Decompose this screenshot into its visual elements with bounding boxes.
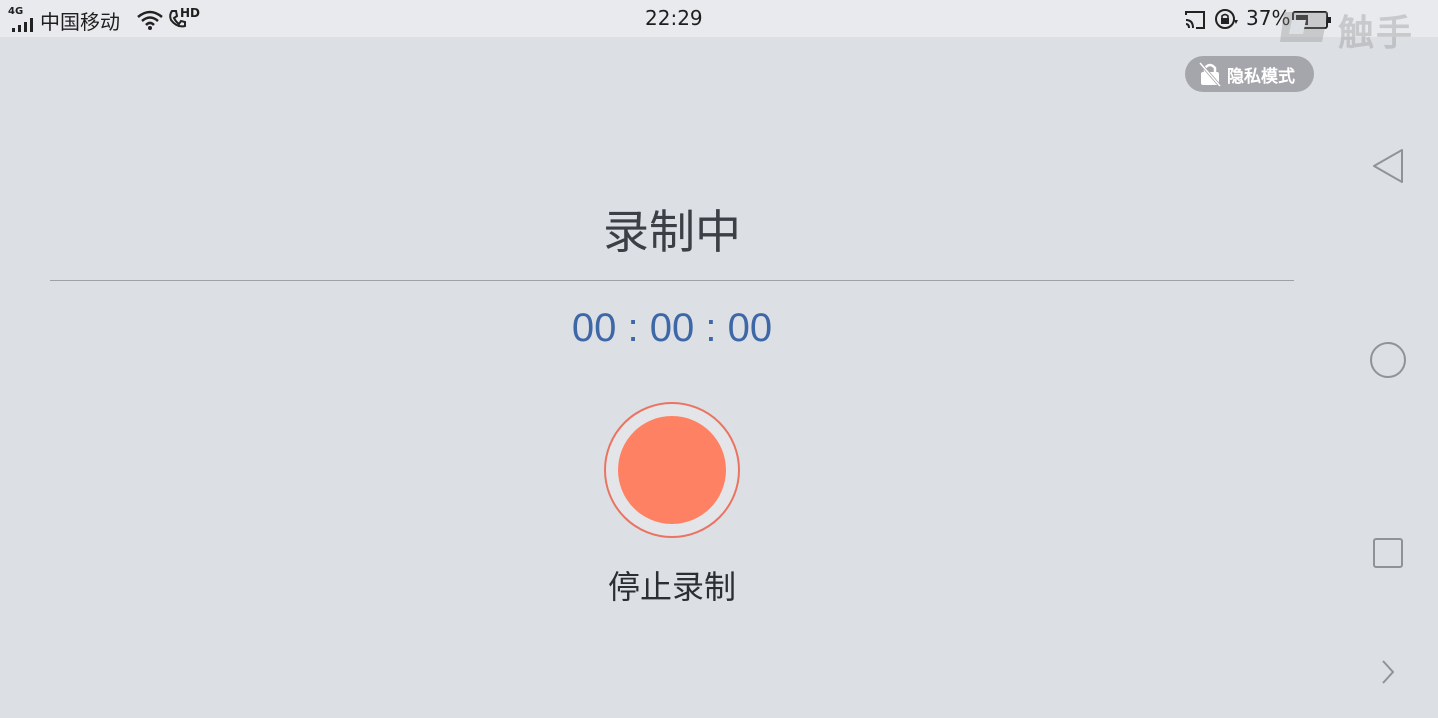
privacy-mode-button[interactable]: 隐私模式 [1185, 56, 1314, 92]
record-indicator-icon [618, 416, 726, 524]
recording-title: 录制中 [603, 205, 741, 259]
divider [50, 280, 1294, 281]
wifi-icon [137, 10, 163, 30]
stop-recording-label[interactable]: 停止录制 [0, 562, 1344, 608]
expand-icon[interactable] [1368, 657, 1408, 687]
back-icon[interactable] [1368, 147, 1408, 185]
privacy-mode-label: 隐私模式 [1227, 66, 1295, 87]
cast-icon [1185, 11, 1205, 29]
recording-timer: 00 : 00 : 00 [571, 306, 773, 350]
navigation-bar [1344, 37, 1438, 718]
privacy-lock-off-icon [1198, 62, 1222, 87]
hd-badge: HD [180, 6, 201, 20]
carrier-name: 中国移动 [40, 10, 120, 34]
status-bar: 4G 中国移动 HD 22:29 37% [0, 0, 1438, 37]
recents-icon[interactable] [1368, 537, 1408, 571]
home-icon[interactable] [1368, 340, 1408, 380]
clock: 22:29 [645, 6, 703, 30]
signal-icon [12, 18, 33, 32]
rotation-lock-icon [1215, 9, 1238, 29]
stop-recording-button[interactable] [604, 402, 740, 538]
